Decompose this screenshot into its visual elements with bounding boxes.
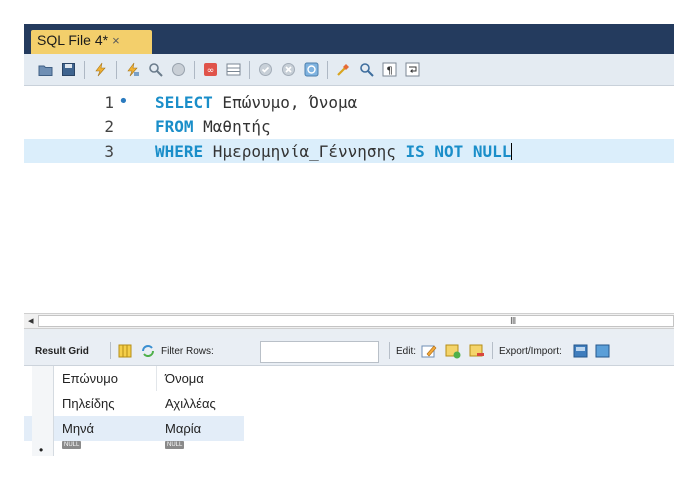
new-row-marker: • bbox=[39, 443, 44, 457]
find-icon[interactable] bbox=[359, 62, 374, 77]
grid-cell[interactable]: Πηλείδης bbox=[54, 391, 157, 416]
export-import-label: Export/Import: bbox=[499, 346, 562, 357]
horizontal-scrollbar[interactable]: ◂ III bbox=[24, 313, 674, 329]
statement-marker: • bbox=[118, 91, 129, 112]
edit-label: Edit: bbox=[396, 346, 417, 357]
code-line: 1 • SELECT Επώνυμο, Όνομα bbox=[24, 90, 674, 114]
column-header[interactable]: Όνομα bbox=[157, 366, 244, 391]
new-row[interactable]: • NULL NULL bbox=[24, 441, 244, 457]
toolbar-separator bbox=[84, 60, 85, 79]
code-text: FROM Μαθητής bbox=[155, 117, 271, 136]
svg-text:¶: ¶ bbox=[386, 66, 392, 77]
tab-title: SQL File 4* bbox=[37, 32, 109, 48]
grid-cell[interactable]: Αχιλλέας bbox=[157, 391, 244, 416]
sql-text: Ημερομηνία_Γέννησης bbox=[203, 142, 406, 161]
text-caret bbox=[511, 143, 513, 160]
rollback-icon[interactable] bbox=[281, 62, 296, 77]
sql-keyword: WHERE bbox=[155, 142, 204, 161]
toolbar-separator bbox=[492, 342, 493, 359]
grid-cell[interactable]: NULL bbox=[157, 441, 244, 456]
toolbar-separator bbox=[249, 60, 250, 79]
table-row[interactable]: Πηλείδης Αχιλλέας bbox=[24, 391, 244, 416]
code-line: 2 FROM Μαθητής bbox=[24, 114, 674, 138]
result-grid-tab[interactable]: Result Grid bbox=[35, 346, 89, 357]
row-header[interactable] bbox=[32, 391, 54, 416]
column-header[interactable]: Επώνυμο bbox=[54, 366, 157, 391]
execute-icon[interactable] bbox=[93, 62, 108, 77]
result-grid: Επώνυμο Όνομα Πηλείδης Αχιλλέας Μηνά Μαρ… bbox=[24, 366, 674, 457]
import-icon[interactable] bbox=[595, 343, 611, 362]
line-number: 3 bbox=[104, 142, 114, 161]
explain-icon[interactable] bbox=[148, 62, 163, 77]
toggle-result-panel-icon[interactable] bbox=[226, 62, 241, 77]
filter-rows-label: Filter Rows: bbox=[161, 346, 214, 357]
null-badge: NULL bbox=[165, 441, 185, 449]
insert-row-icon[interactable] bbox=[445, 343, 461, 362]
code-text: WHERE Ημερομηνία_Γέννησης IS NOT NULL bbox=[155, 142, 513, 161]
invisible-chars-icon[interactable]: ¶ bbox=[382, 62, 397, 77]
grid-layout-icon[interactable] bbox=[118, 344, 132, 361]
line-number: 2 bbox=[104, 117, 114, 136]
scroll-left-arrow-icon[interactable]: ◂ bbox=[28, 314, 34, 328]
edit-row-icon[interactable] bbox=[421, 343, 437, 362]
commit-icon[interactable] bbox=[258, 62, 273, 77]
delete-row-icon[interactable] bbox=[469, 343, 485, 362]
sql-code-editor[interactable]: 1 • SELECT Επώνυμο, Όνομα 2 FROM Μαθητής… bbox=[24, 86, 674, 313]
toggle-stop-on-error-icon[interactable]: ∞ bbox=[203, 62, 218, 77]
tab-bar: SQL File 4* × bbox=[24, 24, 674, 54]
svg-text:∞: ∞ bbox=[207, 66, 215, 76]
toolbar-separator bbox=[327, 60, 328, 79]
sql-editor-window: SQL File 4* × ∞ ¶ 1 • SELECT Επώνυμο, Όν… bbox=[24, 24, 674, 457]
tab-sql-file[interactable]: SQL File 4* × bbox=[31, 30, 152, 54]
save-icon[interactable] bbox=[61, 62, 76, 77]
grid-cell[interactable]: NULL bbox=[54, 441, 157, 456]
table-row[interactable]: Μηνά Μαρία bbox=[24, 416, 244, 441]
scrollbar-thumb[interactable]: III bbox=[38, 315, 674, 327]
sql-keyword: IS NOT NULL bbox=[405, 142, 512, 161]
grid-cell[interactable]: Μηνά bbox=[54, 416, 157, 441]
refresh-icon[interactable] bbox=[141, 344, 155, 361]
toolbar-separator bbox=[194, 60, 195, 79]
grid-header-row: Επώνυμο Όνομα bbox=[24, 366, 244, 391]
editor-toolbar: ∞ ¶ bbox=[24, 54, 674, 86]
scrollbar-grip: III bbox=[510, 316, 516, 327]
line-number: 1 bbox=[104, 93, 114, 112]
null-badge: NULL bbox=[62, 441, 82, 449]
word-wrap-icon[interactable] bbox=[405, 62, 420, 77]
sql-keyword: FROM bbox=[155, 117, 194, 136]
beautify-icon[interactable] bbox=[336, 62, 351, 77]
execute-current-icon[interactable] bbox=[125, 62, 140, 77]
autocommit-icon[interactable] bbox=[304, 62, 319, 77]
panel-divider[interactable] bbox=[24, 329, 674, 338]
code-text: SELECT Επώνυμο, Όνομα bbox=[155, 93, 357, 112]
row-header[interactable] bbox=[32, 416, 54, 441]
code-line-current: 3 WHERE Ημερομηνία_Γέννησης IS NOT NULL bbox=[24, 139, 674, 163]
sql-text: Μαθητής bbox=[193, 117, 271, 136]
row-header bbox=[32, 366, 54, 391]
grid-cell[interactable]: Μαρία bbox=[157, 416, 244, 441]
close-tab-icon[interactable]: × bbox=[112, 33, 120, 48]
open-folder-icon[interactable] bbox=[38, 62, 53, 77]
results-toolbar: Result Grid Filter Rows: Edit: Export/Im… bbox=[24, 338, 674, 366]
toolbar-separator bbox=[110, 342, 111, 359]
sql-keyword: SELECT bbox=[155, 93, 213, 112]
row-header[interactable]: • bbox=[32, 441, 54, 457]
export-icon[interactable] bbox=[573, 343, 589, 362]
stop-icon[interactable] bbox=[171, 62, 186, 77]
filter-rows-input[interactable] bbox=[260, 341, 379, 363]
toolbar-separator bbox=[389, 342, 390, 359]
sql-text: Επώνυμο, Όνομα bbox=[212, 93, 358, 112]
toolbar-separator bbox=[116, 60, 117, 79]
